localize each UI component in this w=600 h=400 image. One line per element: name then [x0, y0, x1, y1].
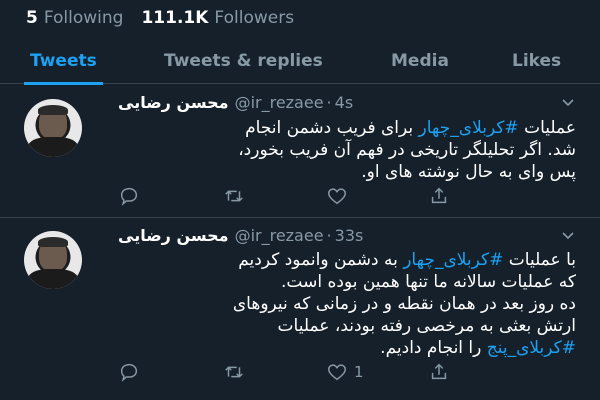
hashtag-link[interactable]: #کربلای_پنج [487, 338, 576, 358]
separator-dot: · [326, 93, 332, 112]
profile-stats: 5 Following 111.1K Followers [0, 0, 600, 36]
tweet-text-segment: را انجام دادیم. [380, 338, 487, 358]
author-handle[interactable]: @ir_rezaee [235, 226, 324, 245]
author-handle[interactable]: @ir_rezaee [235, 93, 324, 112]
tweet-line: ده روز بعد در همان نقطه و در زمانی که نی… [232, 294, 576, 314]
following-count: 5 [26, 8, 38, 28]
tweet-line: عملیات #کربلای_چهار برای فریب دشمن انجام [118, 117, 576, 139]
reply-button[interactable] [118, 361, 146, 383]
heart-icon [328, 364, 346, 381]
followers-label: Followers [214, 8, 295, 28]
tweet-text: عملیات #کربلای_چهار برای فریب دشمن انجام… [118, 117, 576, 183]
hashtag-link[interactable]: #کربلای_چهار [403, 250, 503, 270]
like-button[interactable] [326, 185, 354, 207]
avatar-hair [38, 105, 68, 115]
tab-media[interactable]: Media [391, 38, 449, 84]
tweet-text-segment: عملیات [518, 118, 576, 138]
share-icon [431, 187, 447, 204]
tweet-line: با عملیات #کربلای_چهار به دشمن وانمود کر… [118, 249, 576, 271]
tweet-time[interactable]: 33s [335, 226, 364, 245]
avatar[interactable] [24, 231, 82, 289]
like-count: 1 [354, 363, 364, 381]
profile-tabs: Tweets Tweets & replies Media Likes [0, 38, 600, 85]
tweet-time[interactable]: 4s [335, 93, 354, 112]
retweet-icon [225, 190, 243, 202]
tweet-line: ارتش بعثی به مرخصی رفته بودند، عملیات [277, 316, 576, 336]
followers-link[interactable]: 111.1K Followers [141, 8, 294, 28]
followers-count: 111.1K [141, 8, 209, 28]
retweet-button[interactable] [223, 361, 251, 383]
hashtag-link[interactable]: #کربلای_چهار [419, 118, 519, 138]
avatar-suit [28, 137, 78, 157]
share-button[interactable] [428, 361, 450, 383]
avatar-suit [28, 269, 78, 289]
tweet-line: که عملیات سالانه ما تنها همین بوده است. [281, 272, 576, 292]
share-icon [431, 363, 447, 380]
retweet-icon [225, 366, 243, 378]
avatar-hair [38, 237, 68, 247]
tab-likes[interactable]: Likes [512, 38, 561, 84]
tab-tweets[interactable]: Tweets [24, 38, 103, 85]
tweet-line: شد. اگر تحلیلگر تاریخی در فهم آن فریب بخ… [238, 140, 576, 160]
tweet-text-segment: برای فریب دشمن انجام [245, 118, 419, 138]
tweet[interactable]: محسن رضایی @ir_rezaee · 33s با عملیات #کربل… [0, 219, 600, 400]
avatar[interactable] [24, 99, 82, 157]
tweet-text-segment: با عملیات [503, 250, 576, 270]
like-button[interactable]: 1 [326, 361, 364, 383]
tweet-header: محسن رضایی @ir_rezaee · 4s [118, 93, 353, 112]
tweet-line: #کربلای_پنج را انجام دادیم. [118, 337, 576, 359]
share-button[interactable] [428, 185, 450, 207]
chevron-down-icon[interactable] [562, 230, 574, 242]
tweet-actions: 1 [118, 360, 578, 384]
tweet[interactable]: محسن رضایی @ir_rezaee · 4s عملیات #کربلای_چ… [0, 85, 600, 218]
tab-tweets-and-replies[interactable]: Tweets & replies [164, 38, 323, 84]
tweet-header: محسن رضایی @ir_rezaee · 33s [118, 226, 363, 245]
tweet-actions [118, 184, 578, 208]
separator-dot: · [326, 226, 332, 245]
reply-button[interactable] [118, 185, 146, 207]
tweet-text: با عملیات #کربلای_چهار به دشمن وانمود کر… [118, 249, 576, 359]
reply-icon [120, 363, 138, 382]
author-name[interactable]: محسن رضایی [118, 226, 229, 245]
tweet-line: پس وای به حال نوشته های او. [361, 162, 576, 182]
heart-icon [328, 188, 346, 205]
retweet-button[interactable] [223, 185, 251, 207]
reply-icon [120, 187, 138, 206]
tweet-text-segment: به دشمن وانمود کردیم [238, 250, 404, 270]
following-label: Following [43, 8, 124, 28]
chevron-down-icon[interactable] [562, 97, 574, 109]
following-link[interactable]: 5 Following [26, 8, 123, 28]
author-name[interactable]: محسن رضایی [118, 93, 229, 112]
